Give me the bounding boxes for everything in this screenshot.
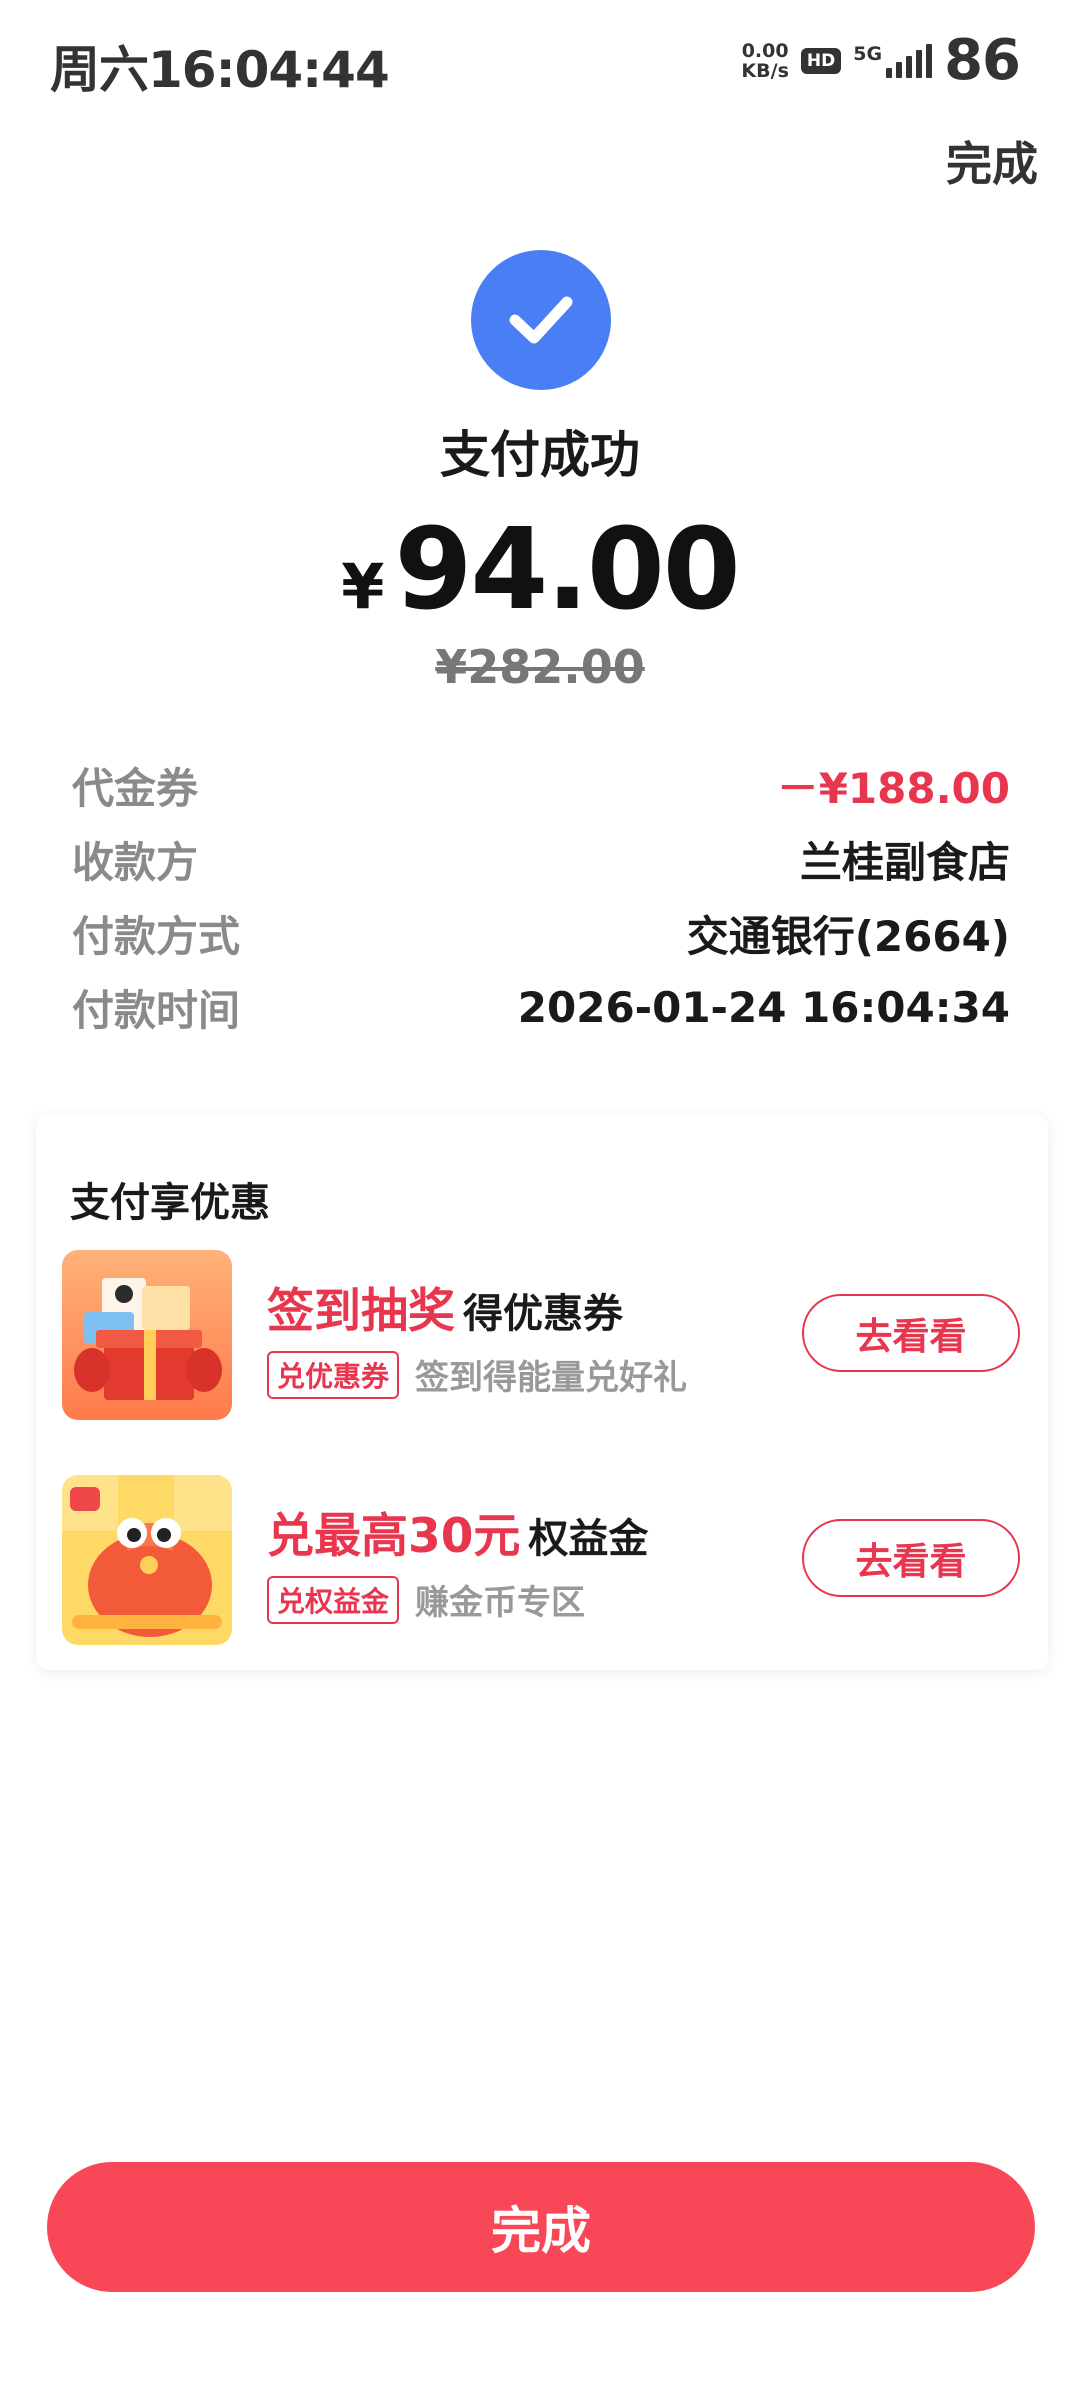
payment-details: 代金券 －¥188.00 收款方 兰桂副食店 付款方式 交通银行(2664) 付…: [72, 748, 1010, 1044]
amount-value: 94.00: [394, 505, 740, 635]
status-time: 周六16:04:44: [50, 41, 390, 99]
detail-value: 2026-01-24 16:04:34: [517, 982, 1010, 1032]
detail-value: －¥188.00: [776, 763, 1010, 813]
promo-tag: 兑权益金: [267, 1575, 400, 1624]
done-button[interactable]: 完成: [47, 2162, 1035, 2292]
payment-status-title: 支付成功: [440, 426, 640, 484]
detail-label: 付款时间: [72, 985, 241, 1035]
promo-headline-highlight: 签到抽奖: [267, 1284, 455, 1339]
top-done-button[interactable]: 完成: [946, 128, 1038, 194]
promo-headline-highlight: 兑最高30元: [267, 1509, 521, 1564]
detail-row-time: 付款时间 2026-01-24 16:04:34: [72, 970, 1010, 1044]
promo-item[interactable]: 兑最高30元 权益金 兑权益金 赚金币专区 去看看: [62, 1475, 1020, 1645]
signal-icon: 5G: [853, 42, 933, 78]
promo-headline: 兑最高30元 权益金: [267, 1497, 648, 1566]
detail-value: 交通银行(2664): [686, 911, 1010, 961]
paid-amount: ¥ 94.00: [0, 505, 1080, 635]
net-speed-unit: KB/s: [741, 59, 789, 82]
promo-headline: 签到抽奖 得优惠券: [267, 1272, 623, 1341]
detail-label: 付款方式: [72, 911, 241, 961]
network-type: 5G: [853, 42, 883, 65]
promo-subtitle: 赚金币专区: [415, 1583, 586, 1623]
go-see-button[interactable]: 去看看: [802, 1519, 1020, 1597]
battery-level: 86: [944, 28, 1021, 93]
detail-row-payee: 收款方 兰桂副食店: [72, 822, 1010, 896]
promo-card: 支付享优惠 签到抽奖 得优惠券 兑优惠券 签到得能量兑好礼 去看看 兑最高30元…: [36, 1115, 1048, 1670]
promo-card-title: 支付享优惠: [70, 1180, 270, 1226]
success-check-icon: [471, 250, 611, 390]
promo-subtitle: 签到得能量兑好礼: [415, 1358, 688, 1398]
net-speed: 0.00 KB/s: [741, 41, 788, 81]
promo-headline-text: 权益金: [528, 1516, 649, 1562]
detail-row-voucher: 代金券 －¥188.00: [72, 748, 1010, 822]
net-speed-value: 0.00: [741, 39, 789, 62]
detail-label: 收款方: [72, 837, 199, 887]
promo-tag: 兑优惠券: [267, 1350, 400, 1399]
currency-symbol: ¥: [341, 550, 385, 623]
promo-subline: 兑优惠券 签到得能量兑好礼: [267, 1350, 687, 1399]
promo-headline-text: 得优惠券: [463, 1291, 623, 1337]
promo-subline: 兑权益金 赚金币专区: [267, 1575, 585, 1624]
gift-box-icon: [62, 1250, 232, 1420]
status-indicators: 0.00 KB/s HD 5G 86: [741, 28, 1021, 93]
detail-label: 代金券: [72, 763, 199, 813]
detail-row-method: 付款方式 交通银行(2664): [72, 896, 1010, 970]
detail-value: 兰桂副食店: [799, 837, 1010, 887]
hd-icon: HD: [800, 47, 842, 74]
go-see-button[interactable]: 去看看: [802, 1294, 1020, 1372]
promo-item[interactable]: 签到抽奖 得优惠券 兑优惠券 签到得能量兑好礼 去看看: [62, 1250, 1020, 1420]
original-amount: ¥282.00: [435, 640, 645, 694]
lucky-bag-icon: [62, 1475, 232, 1645]
